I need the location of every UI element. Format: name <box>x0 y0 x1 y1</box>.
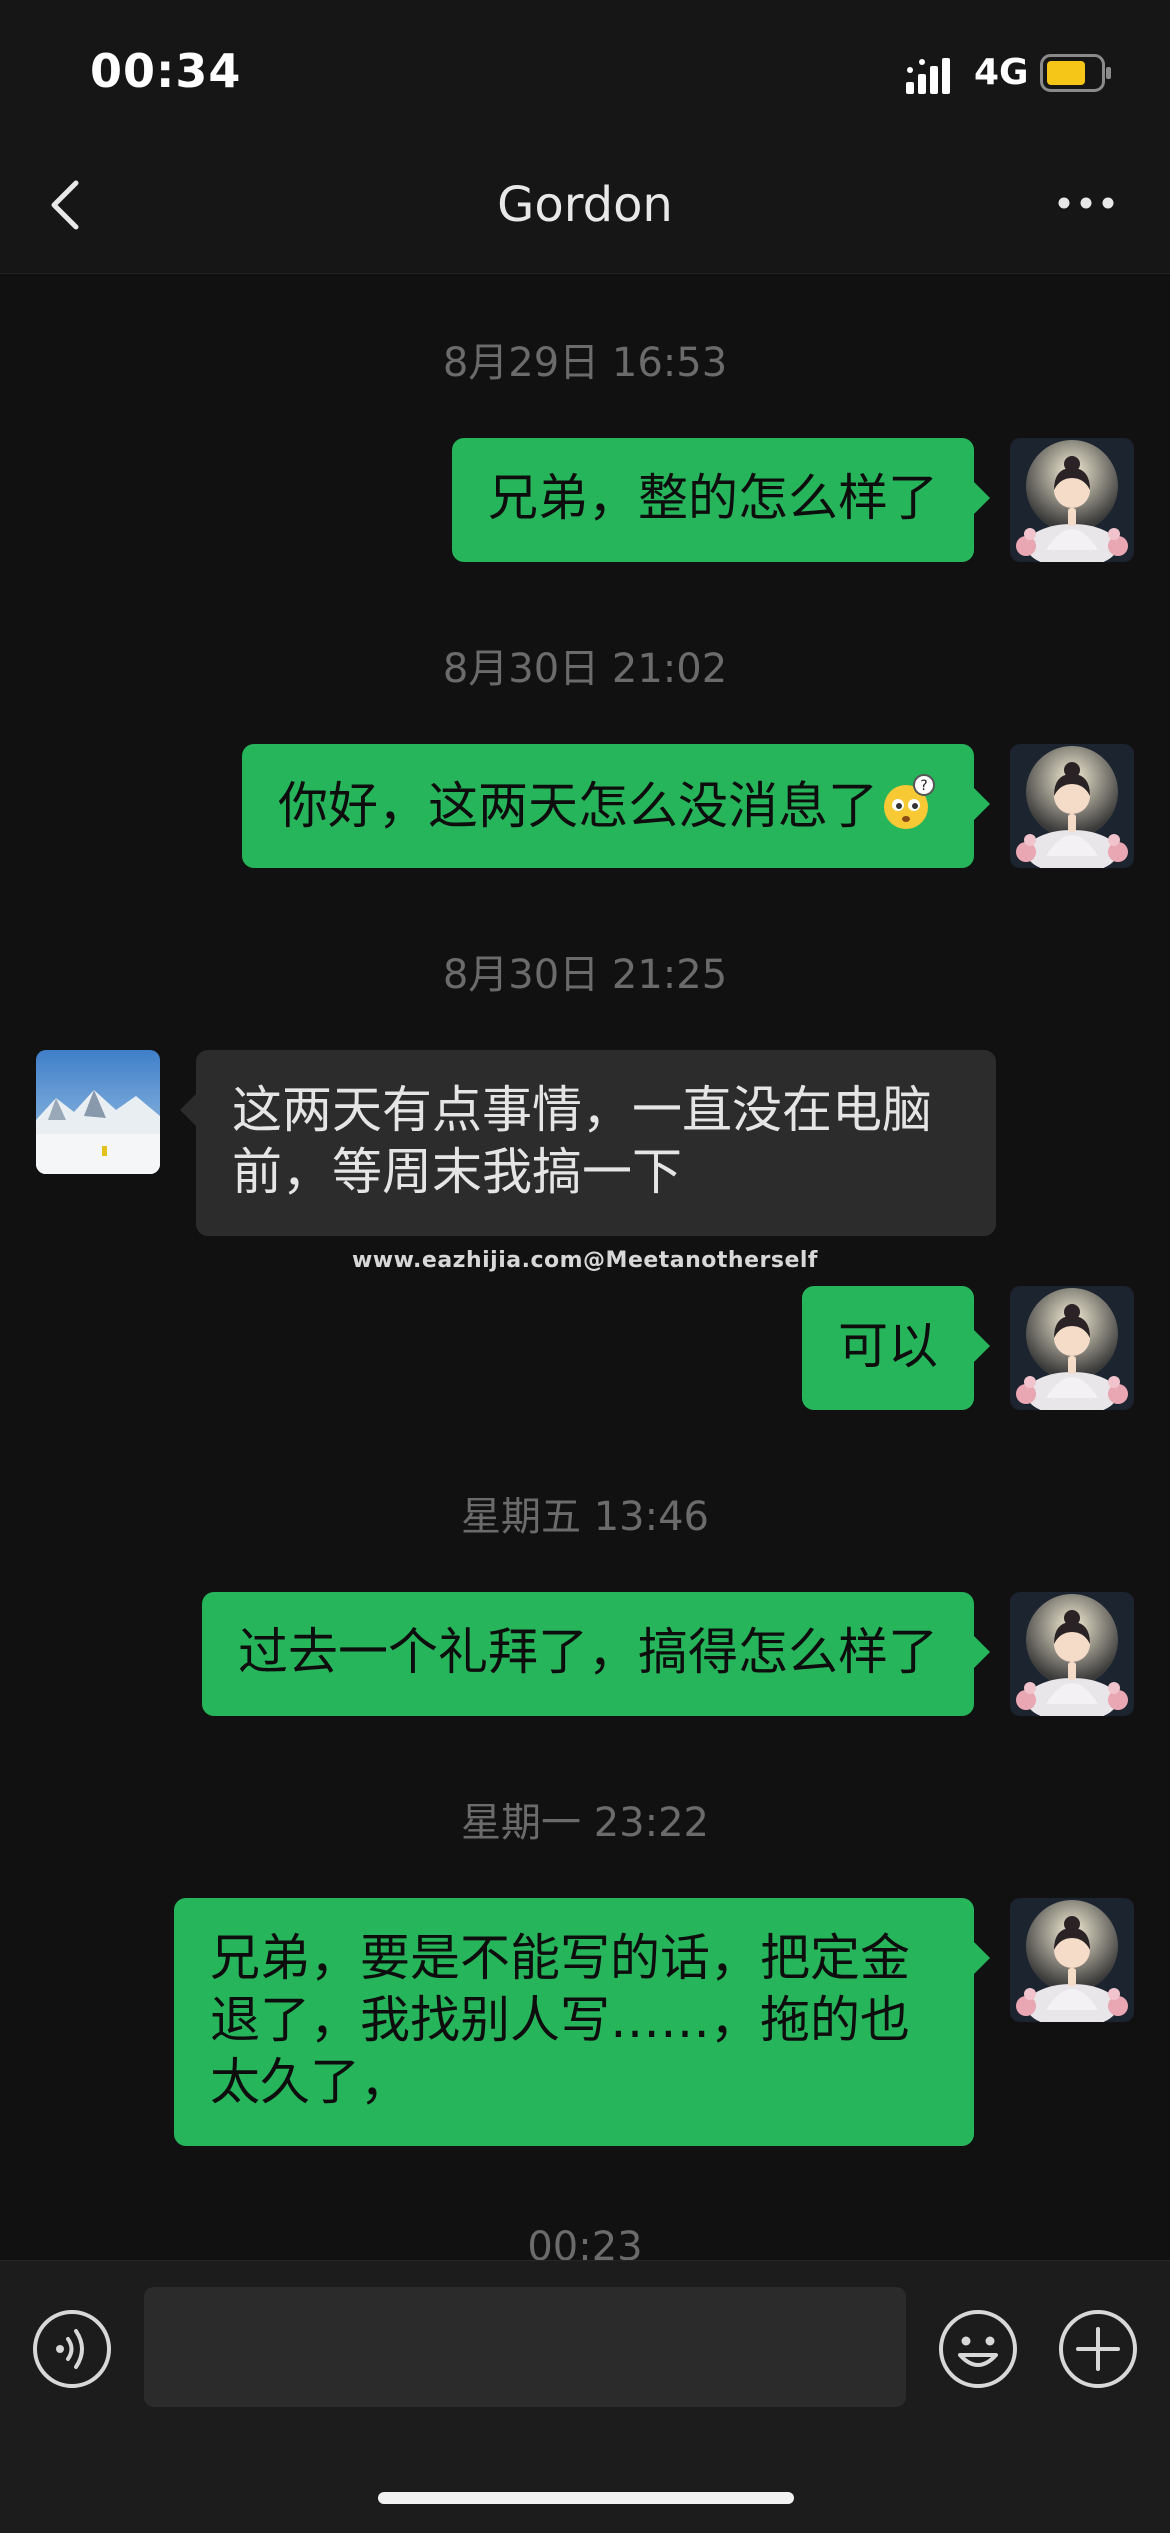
status-bar: 00:34 4G <box>0 0 1170 145</box>
chat-header: Gordon <box>0 145 1170 274</box>
battery-icon <box>1040 54 1111 92</box>
message-text: 可以 <box>838 1317 938 1375</box>
cellular-signal-icon <box>906 58 950 94</box>
incoming-message[interactable]: 这两天有点事情，一直没在电脑前，等周末我搞一下 <box>180 1050 996 1236</box>
message-text: 你好，这两天怎么没消息了 <box>278 777 878 835</box>
my-avatar[interactable] <box>1010 744 1134 868</box>
thinking-face-emoji: ? <box>884 774 935 829</box>
contact-avatar[interactable] <box>36 1050 160 1174</box>
chat-title: Gordon <box>497 177 673 233</box>
status-time: 00:34 <box>90 44 242 98</box>
my-avatar[interactable] <box>1010 1898 1134 2022</box>
message-text: 这两天有点事情，一直没在电脑前，等周末我搞一下 <box>232 1081 932 1201</box>
message-text: 兄弟，整的怎么样了 <box>488 469 938 527</box>
outgoing-message[interactable]: 可以 <box>802 1286 990 1410</box>
message-list[interactable]: 8月29日 16:53 兄弟，整的怎么样了 8月30日 21:02 你好，这两天… <box>0 274 1170 2260</box>
outgoing-message[interactable]: 兄弟，要是不能写的话，把定金退了，我找别人写……，拖的也太久了， <box>174 1898 990 2146</box>
message-text: 过去一个礼拜了，搞得怎么样了 <box>238 1623 938 1681</box>
my-avatar[interactable] <box>1010 1286 1134 1410</box>
message-timestamp: 8月29日 16:53 <box>442 340 728 386</box>
message-text: 兄弟，要是不能写的话，把定金退了，我找别人写……，拖的也太久了， <box>210 1929 910 2111</box>
outgoing-message[interactable]: 兄弟，整的怎么样了 <box>452 438 990 562</box>
my-avatar[interactable] <box>1010 1592 1134 1716</box>
plus-icon[interactable] <box>1058 2309 1138 2389</box>
message-timestamp: 8月30日 21:02 <box>442 646 728 692</box>
message-timestamp: 星期一 23:22 <box>461 1800 709 1846</box>
message-timestamp: 星期五 13:46 <box>461 1494 709 1540</box>
voice-icon[interactable] <box>32 2309 112 2389</box>
message-timestamp: 8月30日 21:25 <box>442 952 728 998</box>
outgoing-message[interactable]: 过去一个礼拜了，搞得怎么样了 <box>202 1592 990 1716</box>
home-indicator[interactable] <box>378 2492 794 2504</box>
snow-mountain-avatar-image <box>36 1050 160 1174</box>
smiley-icon[interactable] <box>938 2309 1018 2389</box>
my-avatar[interactable] <box>1010 438 1134 562</box>
network-type: 4G <box>974 52 1029 93</box>
svg-text:?: ? <box>920 778 927 794</box>
message-timestamp: 00:23 <box>527 2224 643 2260</box>
message-input[interactable] <box>144 2287 906 2407</box>
outgoing-message[interactable]: 你好，这两天怎么没消息了 ? <box>242 744 990 868</box>
more-dots-icon[interactable] <box>1056 190 1116 216</box>
watermark-text: www.eazhijia.com@Meetanotherself <box>351 1248 818 1273</box>
